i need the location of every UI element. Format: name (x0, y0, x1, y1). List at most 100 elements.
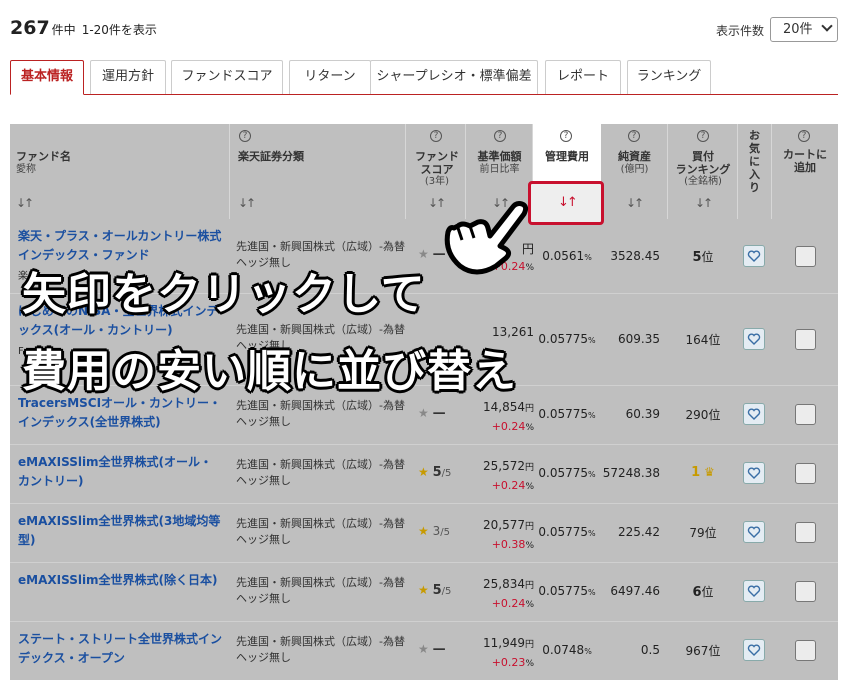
fund-name-link[interactable]: ステート・ストリート全世界株式インデックス・オープン (18, 630, 223, 668)
favorite-button[interactable] (743, 639, 765, 661)
heart-plus-icon (747, 644, 761, 656)
help-icon[interactable]: ? (697, 130, 709, 142)
col-ranking: ? 買付 ランキング (全銘柄) ↓↑ (668, 124, 738, 219)
sort-icon[interactable]: ↓↑ (695, 196, 713, 210)
tab-fund-score[interactable]: ファンドスコア (171, 60, 283, 94)
fund-score: ★ 5/5 (418, 583, 452, 598)
favorite-button[interactable] (743, 245, 765, 267)
heart-plus-icon (747, 585, 761, 597)
fund-rank: 79位 (689, 526, 717, 540)
fund-category: 先進国・新興国株式（広域）-為替ヘッジ無し (236, 399, 405, 428)
fund-fee: 0.0748% (542, 643, 592, 657)
favorite-button[interactable] (743, 462, 765, 484)
fund-rank: 5位 (692, 250, 714, 265)
col-cart: ? カートに追加 (783, 130, 827, 174)
table-header: ファンド名 愛称 ↓↑ ? 楽天証券分類 ↓↑ ? ファンド スコア (3年) … (10, 124, 838, 219)
fund-fee: 0.05775% (538, 584, 596, 598)
heart-plus-icon (747, 408, 761, 420)
sort-icon[interactable]: ↓↑ (16, 196, 34, 210)
heart-plus-icon (747, 467, 761, 479)
star-icon: ★ (418, 642, 429, 656)
fund-name-link[interactable]: eMAXISSlim全世界株式(3地域均等型) (18, 512, 223, 550)
help-icon[interactable]: ? (560, 130, 572, 142)
fund-price: 25,834円 +0.24% (482, 577, 534, 610)
fund-price: 14,854円 +0.24% (482, 400, 534, 433)
fund-category: 先進国・新興国株式（広域）-為替ヘッジ無し (236, 635, 405, 664)
cart-checkbox[interactable] (795, 329, 816, 350)
favorite-button[interactable] (743, 403, 765, 425)
help-icon[interactable]: ? (430, 130, 442, 142)
tab-sharpe-ratio[interactable]: シャープレシオ・標準偏差 (370, 60, 538, 94)
help-icon[interactable]: ? (239, 130, 251, 142)
fund-name-link[interactable]: TracersMSCIオール・カントリー・インデックス(全世界株式) (18, 394, 223, 432)
col-favorite: お気に入り (738, 124, 772, 219)
fund-table: ファンド名 愛称 ↓↑ ? 楽天証券分類 ↓↑ ? ファンド スコア (3年) … (10, 124, 838, 680)
fund-score: ★ — (418, 406, 446, 421)
pointing-hand-icon (444, 201, 529, 275)
star-icon: ★ (418, 406, 429, 420)
sort-icon[interactable]: ↓↑ (238, 196, 256, 210)
fund-rank: 290位 (685, 408, 721, 422)
star-icon: ★ (418, 583, 429, 597)
cart-checkbox[interactable] (795, 581, 816, 602)
help-icon[interactable]: ? (628, 130, 640, 142)
fund-score: ★ — (418, 642, 446, 657)
total-count: 267 (10, 17, 50, 39)
crown-icon: ♛ (704, 465, 715, 479)
fund-assets: 0.5 (640, 643, 660, 657)
star-icon: ★ (418, 465, 429, 479)
heart-plus-icon (747, 250, 761, 262)
cart-checkbox[interactable] (795, 246, 816, 267)
table-row: ステート・ストリート全世界株式インデックス・オープン 先進国・新興国株式（広域）… (10, 622, 838, 680)
annotation-line-1: 矢印をクリックして (22, 269, 426, 320)
sort-arrows-icon: ↓↑ (558, 195, 578, 210)
fund-fee: 0.05775% (538, 525, 596, 539)
total-suffix: 件中 (51, 23, 76, 37)
col-category: ? 楽天証券分類 ↓↑ (230, 124, 406, 219)
fund-assets: 3528.45 (610, 249, 660, 263)
table-row: eMAXISSlim全世界株式(3地域均等型) 先進国・新興国株式（広域）-為替… (10, 504, 838, 563)
cart-checkbox[interactable] (795, 404, 816, 425)
heart-plus-icon (747, 333, 761, 345)
cart-checkbox[interactable] (795, 522, 816, 543)
tab-bar: 基本情報 運用方針 ファンドスコア リターン シャープレシオ・標準偏差 レポート… (10, 60, 838, 95)
col-fee-title: 管理費用 (545, 150, 589, 163)
result-count: 267 件中 1-20件を表示 (10, 17, 157, 39)
sort-icon[interactable]: ↓↑ (626, 196, 644, 210)
cart-checkbox[interactable] (795, 640, 816, 661)
fund-rank: 164位 (685, 333, 721, 347)
fund-assets: 225.42 (618, 525, 660, 539)
fund-assets: 57248.38 (602, 466, 660, 480)
favorite-button[interactable] (743, 580, 765, 602)
table-row: eMAXISSlim全世界株式(除く日本) 先進国・新興国株式（広域）-為替ヘッ… (10, 563, 838, 622)
fund-fee: 0.05775% (538, 466, 596, 480)
annotation-line-2: 費用の安い順に並び替え (22, 346, 517, 397)
fund-assets: 6497.46 (610, 584, 660, 598)
cart-checkbox[interactable] (795, 463, 816, 484)
help-icon[interactable]: ? (494, 130, 506, 142)
favorite-button[interactable] (743, 328, 765, 350)
fund-price: 11,949円 +0.23% (482, 636, 534, 669)
perpage-select[interactable]: 20件 (770, 17, 838, 42)
result-header: 267 件中 1-20件を表示 表示件数 20件 (0, 0, 844, 58)
fund-assets: 60.39 (625, 407, 660, 421)
perpage-label: 表示件数 (716, 24, 765, 38)
tab-basic-info[interactable]: 基本情報 (10, 60, 84, 95)
tab-policy[interactable]: 運用方針 (90, 60, 166, 94)
fund-category: 先進国・新興国株式（広域）-為替ヘッジ無し (236, 576, 405, 605)
tab-return[interactable]: リターン (289, 60, 371, 94)
chevron-down-icon (821, 20, 833, 32)
favorite-button[interactable] (743, 521, 765, 543)
heart-plus-icon (747, 526, 761, 538)
tab-report[interactable]: レポート (545, 60, 621, 94)
fund-name-link[interactable]: eMAXISSlim全世界株式(除く日本) (18, 571, 223, 590)
perpage-value: 20件 (783, 22, 813, 37)
star-icon: ★ (418, 524, 429, 538)
fund-category: 先進国・新興国株式（広域）-為替ヘッジ無し (236, 458, 405, 487)
fund-category: 先進国・新興国株式（広域）-為替ヘッジ無し (236, 517, 405, 546)
fund-name-link[interactable]: eMAXISSlim全世界株式(オール・カントリー) (18, 453, 223, 491)
help-icon[interactable]: ? (798, 130, 810, 142)
tab-ranking[interactable]: ランキング (627, 60, 711, 94)
fund-fee: 0.0561% (542, 249, 592, 263)
fund-fee: 0.05775% (538, 332, 596, 346)
